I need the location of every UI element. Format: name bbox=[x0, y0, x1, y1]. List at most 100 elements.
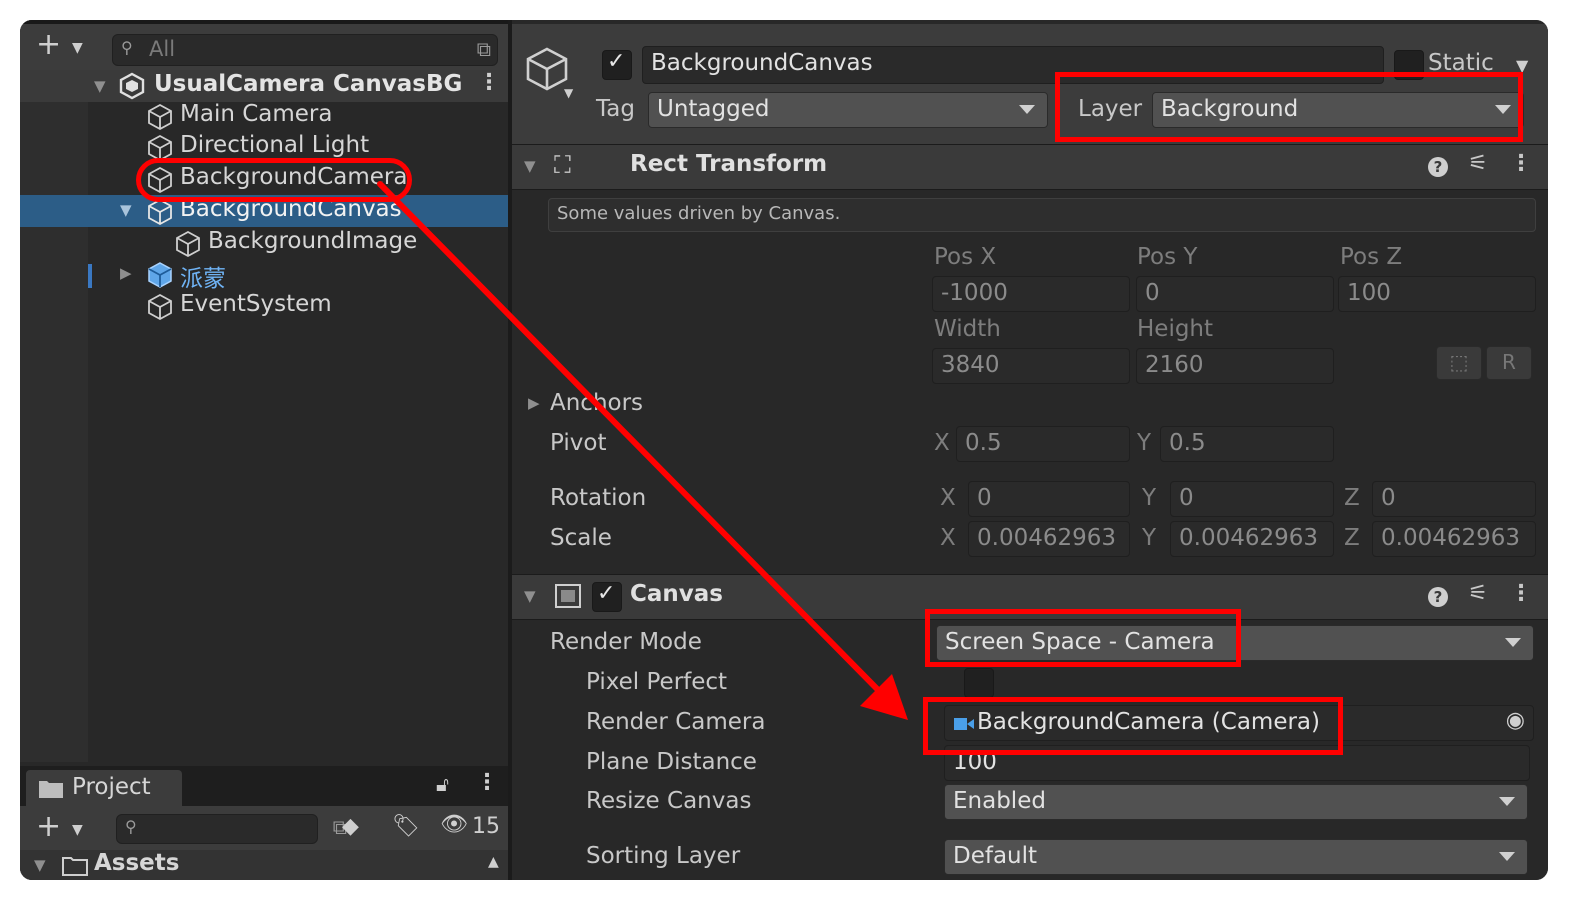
resize-canvas-dropdown[interactable]: Enabled bbox=[944, 784, 1528, 820]
project-toolbar: + ▼ ⚲ ⧉ ◆ 🏷︎ 👁︎ 15 bbox=[20, 806, 508, 850]
resize-canvas-label: Resize Canvas bbox=[586, 788, 752, 814]
expand-triangle-icon[interactable]: ▶ bbox=[120, 264, 132, 282]
pivot-x-field[interactable]: 0.5 bbox=[956, 426, 1130, 462]
scale-x-value: 0.00462963 bbox=[977, 525, 1117, 551]
project-search-input[interactable]: ⚲ ⧉ bbox=[116, 814, 347, 844]
filter-by-label-icon[interactable]: 🏷︎ bbox=[392, 814, 420, 839]
component-menu-icon[interactable]: ⋮ bbox=[1510, 581, 1532, 606]
scale-y-value: 0.00462963 bbox=[1179, 525, 1319, 551]
annotation-render-mode-box bbox=[925, 609, 1241, 667]
canvas-enabled-checkbox[interactable]: ✓ bbox=[592, 581, 622, 612]
open-in-new-window-icon[interactable]: ⧉ bbox=[477, 37, 491, 61]
pos-y-value: 0 bbox=[1145, 280, 1160, 306]
resize-canvas-value: Enabled bbox=[953, 788, 1046, 814]
annotation-camera-oval bbox=[136, 158, 412, 202]
chevron-down-icon bbox=[1499, 797, 1515, 806]
scale-label: Scale bbox=[550, 525, 612, 551]
help-icon[interactable]: ? bbox=[1428, 587, 1448, 607]
hidden-packages-count: 15 bbox=[472, 814, 500, 839]
pos-z-label: Pos Z bbox=[1340, 244, 1403, 270]
object-picker-target-icon[interactable]: ◉ bbox=[1506, 708, 1525, 733]
add-dropdown-caret-icon[interactable]: ▼ bbox=[72, 40, 83, 56]
expand-triangle-icon[interactable]: ▼ bbox=[120, 201, 132, 219]
expand-triangle-icon[interactable]: ▼ bbox=[34, 856, 46, 874]
width-label: Width bbox=[934, 316, 1001, 342]
hierarchy-item-label: Directional Light bbox=[180, 132, 370, 158]
height-field[interactable]: 2160 bbox=[1136, 348, 1334, 384]
add-object-plus-icon[interactable]: + bbox=[36, 30, 61, 60]
scale-x-field[interactable]: 0.00462963 bbox=[968, 521, 1130, 557]
unity-scene-icon bbox=[119, 72, 145, 100]
scale-z-axis-label: Z bbox=[1344, 525, 1360, 551]
pos-x-value: -1000 bbox=[941, 280, 1008, 306]
anchors-expand-triangle-icon[interactable]: ▶ bbox=[528, 394, 540, 412]
height-value: 2160 bbox=[1145, 352, 1204, 378]
pixel-perfect-label: Pixel Perfect bbox=[586, 669, 728, 695]
presets-sliders-icon[interactable]: ⚟ bbox=[1468, 581, 1488, 606]
scene-menu-icon[interactable]: ⋮ bbox=[478, 70, 500, 95]
rotation-y-axis-label: Y bbox=[1142, 485, 1157, 511]
filter-by-type-icon[interactable]: ◆ bbox=[342, 814, 359, 839]
gameobject-cube-icon bbox=[148, 198, 172, 226]
scroll-up-arrow-icon[interactable]: ▲ bbox=[488, 854, 499, 870]
pos-x-field[interactable]: -1000 bbox=[932, 276, 1130, 312]
pivot-label: Pivot bbox=[550, 430, 607, 456]
pivot-y-value: 0.5 bbox=[1169, 430, 1206, 456]
pivot-y-field[interactable]: 0.5 bbox=[1160, 426, 1334, 462]
sorting-layer-label: Sorting Layer bbox=[586, 843, 741, 869]
pixel-perfect-checkbox[interactable] bbox=[964, 668, 994, 698]
help-icon[interactable]: ? bbox=[1428, 157, 1448, 177]
collapse-triangle-icon[interactable]: ▼ bbox=[524, 587, 536, 605]
rotation-x-axis-label: X bbox=[940, 485, 956, 511]
width-value: 3840 bbox=[941, 352, 1000, 378]
rotation-y-field[interactable]: 0 bbox=[1170, 481, 1334, 517]
tab-project[interactable]: Project bbox=[26, 770, 182, 806]
icon-dropdown-caret-icon[interactable]: ▼ bbox=[564, 86, 573, 100]
driven-values-info-box: Some values driven by Canvas. bbox=[548, 198, 1536, 232]
hierarchy-item-label: 派蒙 bbox=[180, 266, 226, 292]
hierarchy-item-event-system[interactable]: EventSystem bbox=[20, 290, 508, 322]
hidden-packages-eye-icon[interactable]: 👁︎ bbox=[440, 812, 468, 837]
create-asset-plus-icon[interactable]: + bbox=[36, 812, 61, 842]
hierarchy-item-main-camera[interactable]: Main Camera bbox=[20, 100, 508, 132]
folder-icon bbox=[39, 781, 63, 798]
rotation-z-field[interactable]: 0 bbox=[1372, 481, 1536, 517]
tag-dropdown[interactable]: Untagged bbox=[648, 92, 1048, 128]
project-menu-icon[interactable]: ⋮ bbox=[476, 770, 498, 795]
raw-edit-mode-button[interactable]: R bbox=[1486, 346, 1532, 380]
rect-transform-header[interactable]: ▼ ⛶ Rect Transform ? ⚟ ⋮ bbox=[512, 144, 1548, 190]
presets-sliders-icon[interactable]: ⚟ bbox=[1468, 151, 1488, 176]
rotation-label: Rotation bbox=[550, 485, 647, 511]
scale-y-axis-label: Y bbox=[1142, 525, 1157, 551]
prefab-cube-icon bbox=[148, 262, 172, 288]
sorting-layer-dropdown[interactable]: Default bbox=[944, 839, 1528, 875]
scale-y-field[interactable]: 0.00462963 bbox=[1170, 521, 1334, 557]
hierarchy-item-background-image[interactable]: BackgroundImage bbox=[20, 227, 508, 259]
scene-row[interactable]: ▼ UsualCamera CanvasBG ⋮ bbox=[20, 70, 508, 102]
active-checkbox[interactable]: ✓ bbox=[602, 49, 632, 80]
collapse-triangle-icon[interactable]: ▼ bbox=[524, 157, 536, 175]
blueprint-mode-button[interactable]: ⬚ bbox=[1436, 346, 1482, 380]
rotation-y-value: 0 bbox=[1179, 485, 1194, 511]
assets-folder-row[interactable]: ▼ Assets ▲ bbox=[20, 850, 508, 880]
assets-label: Assets bbox=[94, 850, 180, 876]
width-field[interactable]: 3840 bbox=[932, 348, 1130, 384]
scale-z-field[interactable]: 0.00462963 bbox=[1372, 521, 1536, 557]
pos-y-label: Pos Y bbox=[1137, 244, 1198, 270]
scene-expand-triangle-icon[interactable]: ▼ bbox=[94, 77, 106, 95]
lock-icon[interactable]: 🔓︎ bbox=[436, 772, 449, 796]
scene-name: UsualCamera CanvasBG bbox=[154, 71, 463, 97]
annotation-render-camera-box bbox=[923, 697, 1343, 755]
hierarchy-item-paimon-prefab[interactable]: ▶ 派蒙 bbox=[20, 258, 508, 292]
hierarchy-search-input[interactable]: ⚲ All ⧉ bbox=[112, 34, 498, 66]
pos-z-field[interactable]: 100 bbox=[1338, 276, 1536, 312]
rotation-x-field[interactable]: 0 bbox=[968, 481, 1130, 517]
component-menu-icon[interactable]: ⋮ bbox=[1510, 151, 1532, 176]
hierarchy-item-label: BackgroundImage bbox=[208, 228, 418, 254]
raw-edit-label: R bbox=[1502, 350, 1516, 374]
pos-y-field[interactable]: 0 bbox=[1136, 276, 1334, 312]
create-dropdown-caret-icon[interactable]: ▼ bbox=[72, 822, 83, 838]
pivot-x-value: 0.5 bbox=[965, 430, 1002, 456]
project-tab-bar: Project 🔓︎ ⋮ bbox=[20, 766, 508, 806]
anchors-label[interactable]: Anchors bbox=[550, 390, 643, 416]
